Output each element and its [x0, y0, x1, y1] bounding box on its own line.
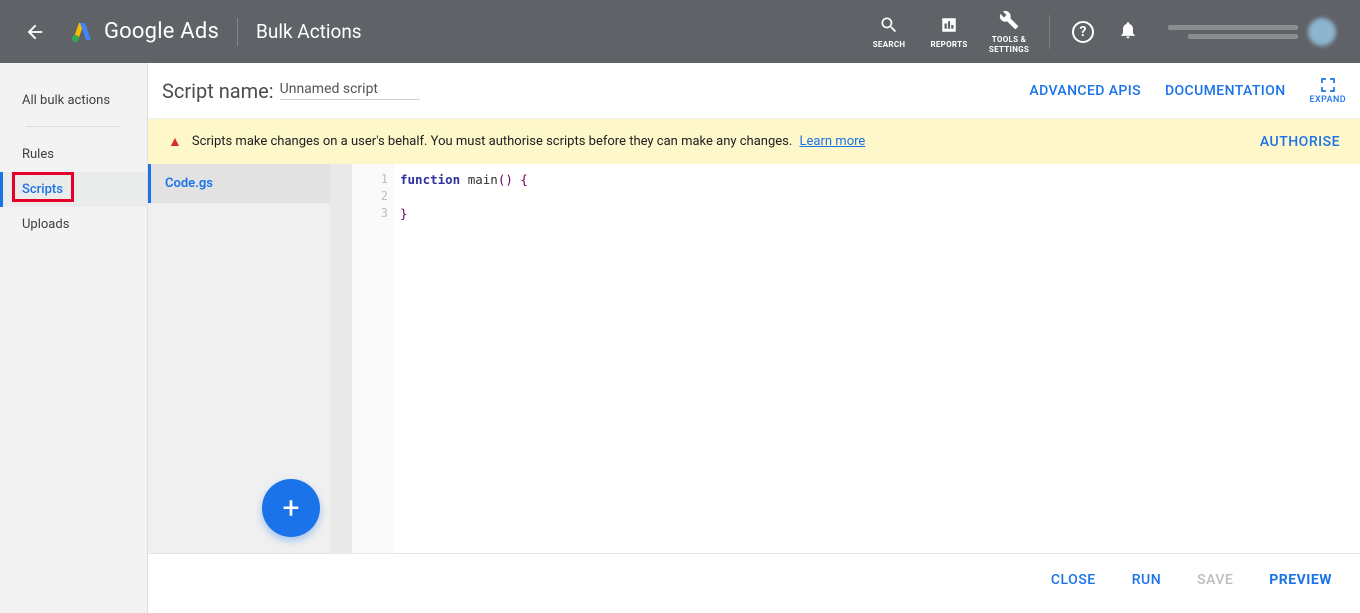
save-button: SAVE	[1197, 572, 1233, 588]
script-name-label: Script name:	[162, 79, 274, 103]
file-item-active[interactable]: Code.gs	[148, 164, 330, 203]
search-tool[interactable]: SEARCH	[859, 14, 919, 50]
minimap	[330, 164, 352, 553]
editor-wrap: Code.gs + 123 function main() {}	[148, 164, 1360, 554]
sidebar-item-scripts[interactable]: Scripts	[0, 172, 147, 207]
logo-area: Google Ads	[70, 19, 219, 44]
notifications-button[interactable]	[1118, 20, 1138, 44]
avatar	[1308, 18, 1336, 46]
preview-button[interactable]: PREVIEW	[1269, 572, 1332, 588]
bell-icon	[1118, 20, 1138, 40]
chart-icon	[938, 14, 960, 36]
close-button[interactable]: CLOSE	[1051, 572, 1096, 588]
expand-icon	[1320, 77, 1336, 93]
learn-more-link[interactable]: Learn more	[800, 134, 866, 149]
sidebar-item-all-bulk-actions[interactable]: All bulk actions	[0, 83, 147, 118]
account-info-blurred	[1168, 23, 1298, 41]
wrench-icon	[998, 9, 1020, 31]
expand-button[interactable]: EXPAND	[1310, 77, 1346, 105]
warning-icon: ▲	[168, 133, 182, 150]
add-file-fab[interactable]: +	[262, 479, 320, 537]
footer-actions: CLOSE RUN SAVE PREVIEW	[148, 554, 1360, 606]
code-editor[interactable]: function main() {}	[394, 164, 1360, 553]
sidebar: All bulk actions Rules Scripts Uploads	[0, 63, 148, 613]
authorise-button[interactable]: AUTHORISE	[1260, 134, 1340, 150]
gutter: 123	[352, 164, 394, 553]
reports-tool[interactable]: REPORTS	[919, 14, 979, 50]
sidebar-item-uploads[interactable]: Uploads	[0, 207, 147, 242]
alert-bar: ▲ Scripts make changes on a user's behal…	[148, 119, 1360, 164]
thin-divider	[1049, 15, 1050, 49]
back-arrow-icon[interactable]	[24, 21, 46, 43]
tools-label: TOOLS & SETTINGS	[979, 35, 1039, 55]
run-button[interactable]: RUN	[1132, 572, 1161, 588]
tools-settings-tool[interactable]: TOOLS & SETTINGS	[979, 9, 1039, 55]
product-name: Google Ads	[104, 19, 219, 44]
plus-icon: +	[282, 491, 299, 526]
help-icon: ?	[1072, 21, 1094, 43]
sidebar-item-rules[interactable]: Rules	[0, 137, 147, 172]
documentation-button[interactable]: DOCUMENTATION	[1165, 83, 1286, 99]
expand-label: EXPAND	[1310, 95, 1346, 105]
script-name-input[interactable]: Unnamed script	[280, 81, 420, 100]
app-header: Google Ads Bulk Actions SEARCH REPORTS T…	[0, 0, 1360, 63]
help-button[interactable]: ?	[1072, 21, 1094, 43]
account-block[interactable]	[1168, 18, 1350, 46]
search-icon	[878, 14, 900, 36]
main-content: Script name: Unnamed script ADVANCED API…	[148, 63, 1360, 613]
script-name-row: Script name: Unnamed script ADVANCED API…	[148, 63, 1360, 119]
file-panel: Code.gs +	[148, 164, 330, 553]
advanced-apis-button[interactable]: ADVANCED APIS	[1029, 83, 1141, 99]
reports-label: REPORTS	[930, 40, 967, 50]
search-label: SEARCH	[873, 40, 906, 50]
header-right: SEARCH REPORTS TOOLS & SETTINGS ?	[859, 0, 1360, 63]
sidebar-divider	[26, 126, 121, 127]
header-divider	[237, 18, 238, 46]
alert-message: Scripts make changes on a user's behalf.…	[192, 134, 865, 149]
google-ads-logo-icon	[70, 20, 94, 44]
section-title: Bulk Actions	[256, 20, 362, 43]
